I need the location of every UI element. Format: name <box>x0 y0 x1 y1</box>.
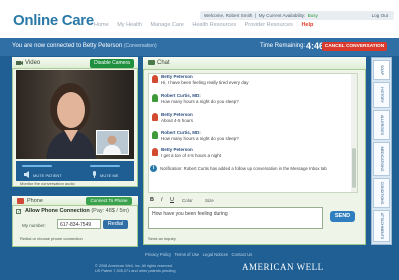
tab-label: ATTACHMENTS <box>379 212 384 240</box>
availability-value[interactable]: Busy <box>308 13 318 18</box>
audio-controls <box>16 161 134 181</box>
copyright: © 2008 American Well, Inc. All rights re… <box>95 264 215 274</box>
message-text: About 4-5 hours <box>161 118 194 123</box>
bold-button[interactable]: B <box>150 197 154 203</box>
phone-connection-status: Connect To Phone <box>86 197 132 205</box>
welcome-text: Welcome, Robert Smith <box>204 13 253 18</box>
camera-icon <box>16 61 23 65</box>
tab-medications[interactable]: MEDICATIONS <box>373 142 390 176</box>
allow-phone-cost: (Pay: 48$ / 5m) <box>91 208 129 214</box>
message-text: How many hours a night do you sleep? <box>161 99 239 104</box>
italic-button[interactable]: I <box>161 197 163 203</box>
connection-subtext: (Conversation) <box>123 43 157 49</box>
color-picker[interactable]: Color <box>182 198 193 203</box>
message-text: Hi, I have been feeling really tired eve… <box>161 80 249 85</box>
tab-soap[interactable]: SOAP <box>373 60 390 80</box>
redial-button[interactable]: Redial <box>103 220 128 229</box>
mute-me-label[interactable]: MUTE ME <box>100 173 118 178</box>
self-view-video[interactable] <box>96 130 129 155</box>
chat-panel-header <box>143 57 366 70</box>
patient-volume-slider[interactable] <box>22 165 52 167</box>
patient-avatar-icon <box>152 148 158 156</box>
brand-logo: Online Care <box>13 12 94 29</box>
nav-manage-care[interactable]: Manage Care <box>151 22 184 28</box>
footer-links: Privacy Policy Terms of Use Legal Notice… <box>145 252 252 257</box>
allow-phone-checkbox[interactable]: ✓ <box>16 209 21 215</box>
video-footer: Monitor the conversation audio <box>20 181 75 186</box>
phone-label: Phone <box>27 198 43 204</box>
microphone-icon[interactable] <box>91 171 98 178</box>
terms-link[interactable]: Terms of Use <box>174 252 199 257</box>
tab-label: HISTORY <box>379 87 384 103</box>
doctor-video-image <box>103 135 121 154</box>
info-icon: i <box>150 165 157 172</box>
message-author: Betty Peterson <box>161 147 193 152</box>
connection-status: You are now connected to Betty Peterson … <box>12 43 157 49</box>
availability-label: My Current Availability: <box>258 13 306 18</box>
tab-history[interactable]: HISTORY <box>373 82 390 108</box>
video-label: Video <box>25 60 41 66</box>
nav-help[interactable]: Help <box>301 22 313 28</box>
patent-text: US Patent 7,305,071 and other patents pe… <box>95 269 176 273</box>
message-text: I get a ton of 4-5 hours a night <box>161 153 222 158</box>
privacy-link[interactable]: Privacy Policy <box>145 252 171 257</box>
main-nav: Home My Health Manage Care Health Resour… <box>94 22 320 28</box>
doctor-avatar-icon <box>152 94 158 102</box>
legal-link[interactable]: Legal Notices <box>203 252 228 257</box>
logout-link[interactable]: Log Out <box>372 13 388 18</box>
send-button[interactable]: SEND <box>330 211 355 222</box>
nav-health-resources[interactable]: Health Resources <box>192 22 236 28</box>
phone-footer: Redial or choose phone connection <box>20 236 83 241</box>
chat-notification: Notification: Robert Curtis has added a … <box>160 166 327 171</box>
patient-avatar-icon <box>152 75 158 83</box>
nav-provider-resources[interactable]: Provider Resources <box>245 22 293 28</box>
tab-label: ALLERGIES <box>379 115 384 135</box>
message-text: How many hours a night do you sleep? <box>161 136 239 141</box>
tab-conditions[interactable]: CONDITIONS <box>373 178 390 208</box>
chat-scrollbar-thumb[interactable] <box>352 148 356 188</box>
mute-patient-label[interactable]: MUTE PATIENT <box>33 173 62 178</box>
phone-number-label: My number: <box>22 223 46 228</box>
contact-link[interactable]: Contact Us <box>232 252 253 257</box>
chat-footer: Send an inquiry <box>148 236 176 241</box>
doctor-avatar-icon <box>152 131 158 139</box>
message-author: Robert Curtis, MD: <box>161 93 201 98</box>
font-size-picker[interactable]: Size <box>205 198 214 203</box>
allow-phone-text: Allow Phone Connection <box>25 208 90 214</box>
nav-my-health[interactable]: My Health <box>117 22 142 28</box>
disable-camera-button[interactable]: Disable Camera <box>90 58 134 68</box>
american-well-logo: AMERICAN WELL <box>242 262 324 272</box>
phone-icon <box>17 198 24 204</box>
speaker-icon[interactable] <box>24 171 31 178</box>
chat-icon <box>148 60 155 65</box>
chat-message-input[interactable]: How have you been feeling during <box>148 207 323 229</box>
connection-text: You are now connected to Betty Peterson <box>12 43 123 49</box>
tab-label: SOAP <box>379 65 384 75</box>
cancel-conversation-button[interactable]: CANCEL CONVERSATION <box>322 42 387 51</box>
message-author: Betty Peterson <box>161 112 193 117</box>
allow-phone-label: Allow Phone Connection (Pay: 48$ / 5m) <box>25 208 129 214</box>
tab-label: CONDITIONS <box>379 181 384 205</box>
underline-button[interactable]: U <box>170 197 174 203</box>
message-author: Robert Curtis, MD: <box>161 130 201 135</box>
time-remaining-label: Time Remaining: <box>260 43 306 49</box>
tab-attachments[interactable]: ATTACHMENTS <box>373 210 390 242</box>
chat-label: Chat <box>157 60 170 66</box>
tab-label: MEDICATIONS <box>379 146 384 172</box>
my-volume-slider[interactable] <box>90 165 120 167</box>
phone-number-field[interactable]: 617-834-7549 <box>57 219 101 229</box>
patient-avatar-icon <box>152 113 158 121</box>
user-bar: Welcome, Robert Smith | My Current Avail… <box>200 11 394 20</box>
tab-allergies[interactable]: ALLERGIES <box>373 110 390 140</box>
nav-home[interactable]: Home <box>94 22 109 28</box>
message-author: Betty Peterson <box>161 74 193 79</box>
